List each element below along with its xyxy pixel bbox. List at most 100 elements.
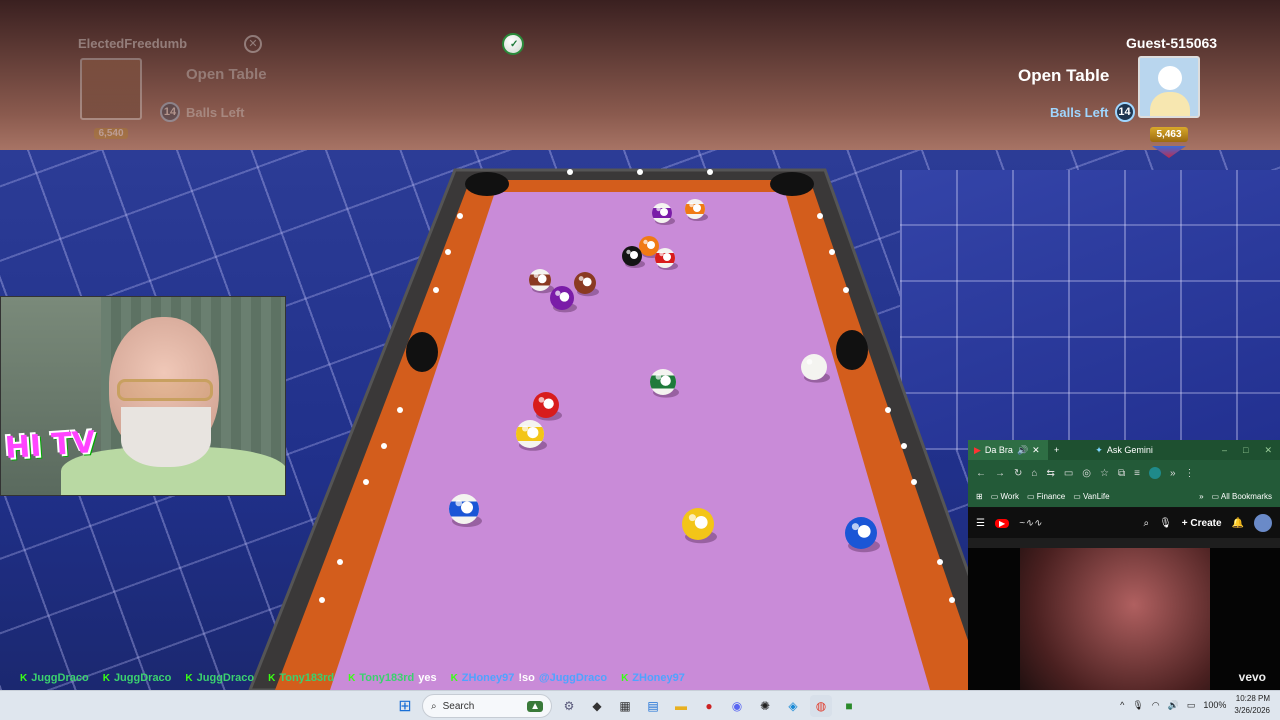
webcam-glasses bbox=[117, 379, 213, 401]
search-highlight-icon: ▲ bbox=[527, 700, 543, 712]
chat-username: JuggDraco bbox=[113, 672, 172, 684]
channel-doodle-icon: ~∿∿ bbox=[1019, 517, 1042, 529]
browser-tab[interactable]: ▶ Da Bra 🔊 ✕ bbox=[968, 440, 1048, 460]
tab-close-icon[interactable]: ✕ bbox=[1032, 445, 1040, 456]
close-button[interactable]: ✕ bbox=[1264, 445, 1272, 456]
taskbar-search[interactable]: ⌕ Search ▲ bbox=[422, 694, 552, 718]
tray-mic-icon[interactable]: 🎙 bbox=[1132, 700, 1143, 711]
youtube-header: ☰ ▶ ~∿∿ ⌕ 🎙 + Create 🔔 bbox=[968, 508, 1280, 538]
browser-window[interactable]: ▶ Da Bra 🔊 ✕ + ✦ Ask Gemini – □ ✕ ← → ↻ … bbox=[968, 440, 1280, 690]
cube-app-icon[interactable]: ◆ bbox=[586, 695, 608, 717]
more-tabs-icon[interactable]: » bbox=[1170, 468, 1176, 479]
youtube-favicon-icon: ▶ bbox=[974, 444, 981, 455]
chat-badge-icon: K bbox=[102, 672, 110, 684]
chat-ticker: K JuggDraco K JuggDraco K JuggDraco K Tony183rd… bbox=[0, 668, 968, 688]
opponent-avatar bbox=[80, 58, 142, 120]
ask-gemini-button[interactable]: ✦ Ask Gemini bbox=[1095, 445, 1153, 456]
chat-badge-icon: K bbox=[185, 672, 193, 684]
search-icon: ⌕ bbox=[431, 700, 437, 712]
apps-icon[interactable]: ⊞ bbox=[976, 492, 983, 501]
minimize-button[interactable]: – bbox=[1222, 445, 1227, 456]
player-avatar[interactable] bbox=[1138, 56, 1200, 118]
notepad-icon[interactable]: ▤ bbox=[642, 695, 664, 717]
chat-username: Tony183rd bbox=[359, 672, 415, 684]
window-controls: – □ ✕ bbox=[1222, 445, 1280, 456]
chat-message: K ZHoney97 bbox=[621, 672, 685, 684]
cast-icon[interactable]: ▭ bbox=[1064, 468, 1073, 479]
player-name: Guest-515063 bbox=[1126, 35, 1218, 51]
chat-badge-icon: K bbox=[348, 672, 356, 684]
forward-icon[interactable]: → bbox=[995, 468, 1005, 479]
audio-icon[interactable]: 🔊 bbox=[1017, 445, 1028, 456]
gemini-icon: ✦ bbox=[1095, 444, 1103, 455]
new-tab-button[interactable]: + bbox=[1054, 445, 1059, 455]
clock[interactable]: 10:28 PM 3/26/2026 bbox=[1234, 693, 1270, 717]
hamburger-menu-icon[interactable]: ☰ bbox=[976, 518, 985, 529]
tray-overflow-icon[interactable]: ^ bbox=[1120, 700, 1124, 710]
bookmark-vanlife[interactable]: ▭ VanLife bbox=[1073, 492, 1109, 501]
youtube-logo-icon[interactable]: ▶ bbox=[994, 518, 1010, 528]
mic-icon[interactable]: 🎙 bbox=[1159, 518, 1172, 529]
chat-badge-icon: K bbox=[621, 672, 629, 684]
calculator-icon[interactable]: ▦ bbox=[614, 695, 636, 717]
avatar-body-icon bbox=[1150, 92, 1190, 116]
taskbar: ⊞ ⌕ Search ▲ ⚙ ◆ ▦ ▤ ▬ ● ◉ ✺ ◈ ◍ ■ ^ 🎙 ◠… bbox=[0, 690, 1280, 720]
opponent-status: Open Table bbox=[186, 66, 267, 83]
menu-icon[interactable]: ⋮ bbox=[1185, 468, 1195, 479]
game-app-icon[interactable]: ■ bbox=[838, 695, 860, 717]
chrome-icon[interactable]: ◍ bbox=[810, 695, 832, 717]
chatgpt-icon[interactable]: ✺ bbox=[754, 695, 776, 717]
player-balls-left: Balls Left 14 bbox=[1050, 102, 1135, 122]
chat-username: ZHoney97 bbox=[632, 672, 685, 684]
settings-icon[interactable]: ⚙ bbox=[558, 695, 580, 717]
notifications-icon[interactable]: 🔔 bbox=[1232, 518, 1244, 529]
system-tray: ^ 🎙 ◠ 🔊 ▭ 100% 10:28 PM 3/26/2026 bbox=[1120, 693, 1270, 717]
chat-username: JuggDraco bbox=[31, 672, 89, 684]
profile-icon[interactable] bbox=[1148, 467, 1161, 479]
account-avatar[interactable] bbox=[1254, 514, 1272, 532]
pocket-top-left bbox=[465, 172, 509, 196]
opponent-name: ElectedFreedumb bbox=[78, 36, 188, 51]
reading-list-icon[interactable]: ≡ bbox=[1134, 468, 1140, 479]
yt-search-icon[interactable]: ⌕ bbox=[1143, 518, 1149, 529]
create-button[interactable]: + Create bbox=[1182, 518, 1222, 529]
all-bookmarks[interactable]: ▭ All Bookmarks bbox=[1212, 492, 1272, 501]
webcam-overlay: HI TV bbox=[0, 296, 286, 496]
copilot-icon[interactable]: ◈ bbox=[782, 695, 804, 717]
volume-icon[interactable]: 🔊 bbox=[1168, 700, 1179, 711]
discord-icon[interactable]: ◉ bbox=[726, 695, 748, 717]
chat-message: K Tony183rd yes bbox=[348, 672, 436, 684]
video-frame bbox=[1020, 548, 1210, 690]
star-icon[interactable]: ☆ bbox=[1100, 468, 1109, 479]
obs-icon[interactable]: ● bbox=[698, 695, 720, 717]
back-icon[interactable]: ← bbox=[976, 468, 986, 479]
battery-percent: 100% bbox=[1203, 700, 1227, 710]
pocket-mid-right bbox=[836, 330, 868, 370]
eye-off-icon[interactable]: ◎ bbox=[1082, 468, 1091, 479]
chat-mention: @JuggDraco bbox=[538, 672, 608, 684]
opponent-balls-left: 14 Balls Left bbox=[160, 102, 245, 122]
file-explorer-icon[interactable]: ▬ bbox=[670, 695, 692, 717]
player-rank-badge: 5,463 bbox=[1150, 127, 1188, 142]
bookmarks-overflow-icon[interactable]: » bbox=[1199, 492, 1203, 501]
extensions-icon[interactable]: ⧉ bbox=[1118, 468, 1125, 479]
chat-username: ZHoney97 bbox=[461, 672, 515, 684]
bookmark-finance[interactable]: ▭ Finance bbox=[1027, 492, 1065, 501]
site-settings-icon[interactable]: ⇆ bbox=[1046, 468, 1054, 479]
reload-icon[interactable]: ↻ bbox=[1014, 468, 1022, 479]
home-icon[interactable]: ⌂ bbox=[1031, 468, 1037, 479]
wifi-icon[interactable]: ◠ bbox=[1152, 700, 1160, 711]
avatar-head-icon bbox=[1158, 66, 1182, 90]
pocket-mid-left bbox=[406, 332, 438, 372]
xbox-icon: ✕ bbox=[244, 35, 262, 53]
battery-icon[interactable]: ▭ bbox=[1187, 700, 1196, 711]
chat-username: JuggDraco bbox=[196, 672, 255, 684]
chat-badge-icon: K bbox=[20, 672, 28, 684]
browser-toolbar: ← → ↻ ⌂ ⇆ ▭ ◎ ☆ ⧉ ≡ » ⋮ bbox=[968, 460, 1280, 486]
tab-title: Da Bra bbox=[984, 445, 1013, 455]
video-player[interactable]: vevo bbox=[968, 548, 1280, 690]
chat-message: K JuggDraco bbox=[20, 672, 89, 684]
windows-start-icon[interactable]: ⊞ bbox=[394, 695, 416, 717]
maximize-button[interactable]: □ bbox=[1243, 445, 1248, 456]
bookmark-work[interactable]: ▭ Work bbox=[991, 492, 1019, 501]
